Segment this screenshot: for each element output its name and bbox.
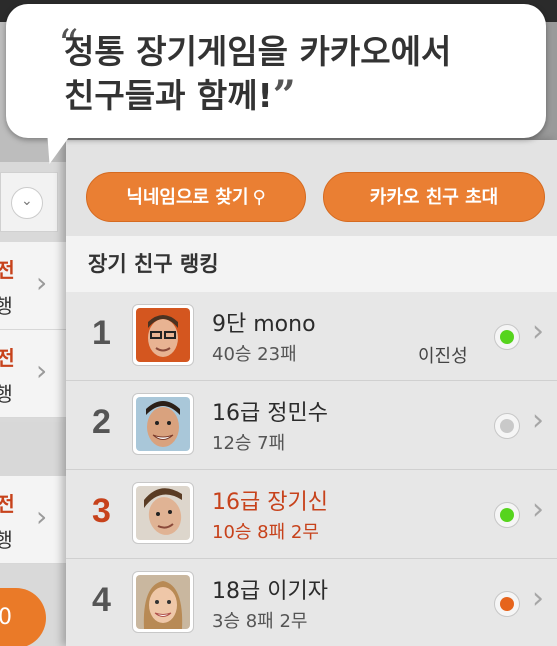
promo-line-2: 친구들과 함께! (64, 76, 273, 115)
status-dot (500, 508, 514, 522)
left-orange-button[interactable]: 0 (0, 588, 46, 646)
find-by-nickname-button[interactable]: 닉네임으로 찾기 ⚲ (86, 172, 306, 222)
friend-record: 10승 8패 2무 (212, 522, 319, 543)
status-dot (500, 597, 514, 611)
rank-number: 4 (92, 581, 111, 619)
avatar[interactable] (132, 393, 194, 455)
avatar[interactable] (132, 571, 194, 633)
friends-panel: 닉네임으로 찾기 ⚲ 카카오 친구 초대 장기 친구 랭킹 1 9단 mono 4… (66, 140, 557, 646)
chevron-right-icon: › (36, 500, 48, 533)
status-indicator-icon (494, 324, 520, 350)
search-icon: ⚲ (252, 187, 266, 208)
status-indicator-icon (494, 591, 520, 617)
friend-record: 40승 23패 (212, 344, 297, 365)
invite-kakao-friends-button[interactable]: 카카오 친구 초대 (323, 172, 545, 222)
ranking-row[interactable]: 4 18급 이기자 3승 8패 2무 › (66, 559, 557, 646)
left-item-line2: 진행 (0, 528, 13, 552)
status-dot (500, 330, 514, 344)
left-item-line1: 관전 (0, 492, 15, 516)
section-title: 장기 친구 랭킹 (66, 236, 557, 292)
left-list-item[interactable]: 관전 진행 › (0, 476, 66, 564)
ranking-row[interactable]: 2 16급 정민수 12승 7패 › (66, 381, 557, 470)
left-item-line1: 관전 (0, 346, 15, 370)
mutual-friend: 이진성 (418, 346, 468, 367)
close-quote: ” (272, 72, 296, 119)
chevron-right-icon: › (532, 403, 544, 438)
chevron-right-icon: › (36, 266, 48, 299)
rank-number: 1 (92, 314, 111, 352)
friend-name: 16급 장기신 (212, 490, 328, 515)
ranking-row[interactable]: 3 16급 장기신 10승 8패 2무 › (66, 470, 557, 559)
promo-text: 정통 장기게임을 카카오에서 친구들과 함께!” (64, 30, 451, 118)
left-item-line2: 진행 (0, 294, 13, 318)
chevron-right-icon: › (532, 314, 544, 349)
avatar[interactable] (132, 304, 194, 366)
friend-record: 12승 7패 (212, 433, 286, 454)
chevron-right-icon: › (532, 581, 544, 616)
left-list-item[interactable]: 관전 진행 › (0, 330, 66, 418)
friend-record: 3승 8패 2무 (212, 611, 308, 632)
chevron-down-icon: ⌄ (11, 187, 43, 219)
rank-number: 2 (92, 403, 111, 441)
promo-speech-bubble: “ 정통 장기게임을 카카오에서 친구들과 함께!” (6, 4, 546, 138)
chevron-right-icon: › (36, 354, 48, 387)
status-indicator-icon (494, 502, 520, 528)
avatar[interactable] (132, 482, 194, 544)
left-item-line1: 관전 (0, 258, 15, 282)
friend-name: 9단 mono (212, 312, 316, 337)
ranking-row[interactable]: 1 9단 mono 40승 23패 이진성 › (66, 292, 557, 381)
promo-line-1: 정통 장기게임을 카카오에서 (64, 32, 452, 71)
find-button-label: 닉네임으로 찾기 (126, 187, 249, 208)
rank-number: 3 (92, 492, 111, 530)
status-dot (500, 419, 514, 433)
friend-name: 18급 이기자 (212, 579, 328, 604)
chevron-right-icon: › (532, 492, 544, 527)
friend-name: 16급 정민수 (212, 401, 328, 426)
action-button-row: 닉네임으로 찾기 ⚲ 카카오 친구 초대 (66, 140, 557, 236)
left-dropdown[interactable]: ⌄ (0, 172, 58, 232)
left-divider (0, 422, 66, 476)
left-list-item[interactable]: 관전 진행 › (0, 242, 66, 330)
left-item-line2: 진행 (0, 382, 13, 406)
status-indicator-icon (494, 413, 520, 439)
